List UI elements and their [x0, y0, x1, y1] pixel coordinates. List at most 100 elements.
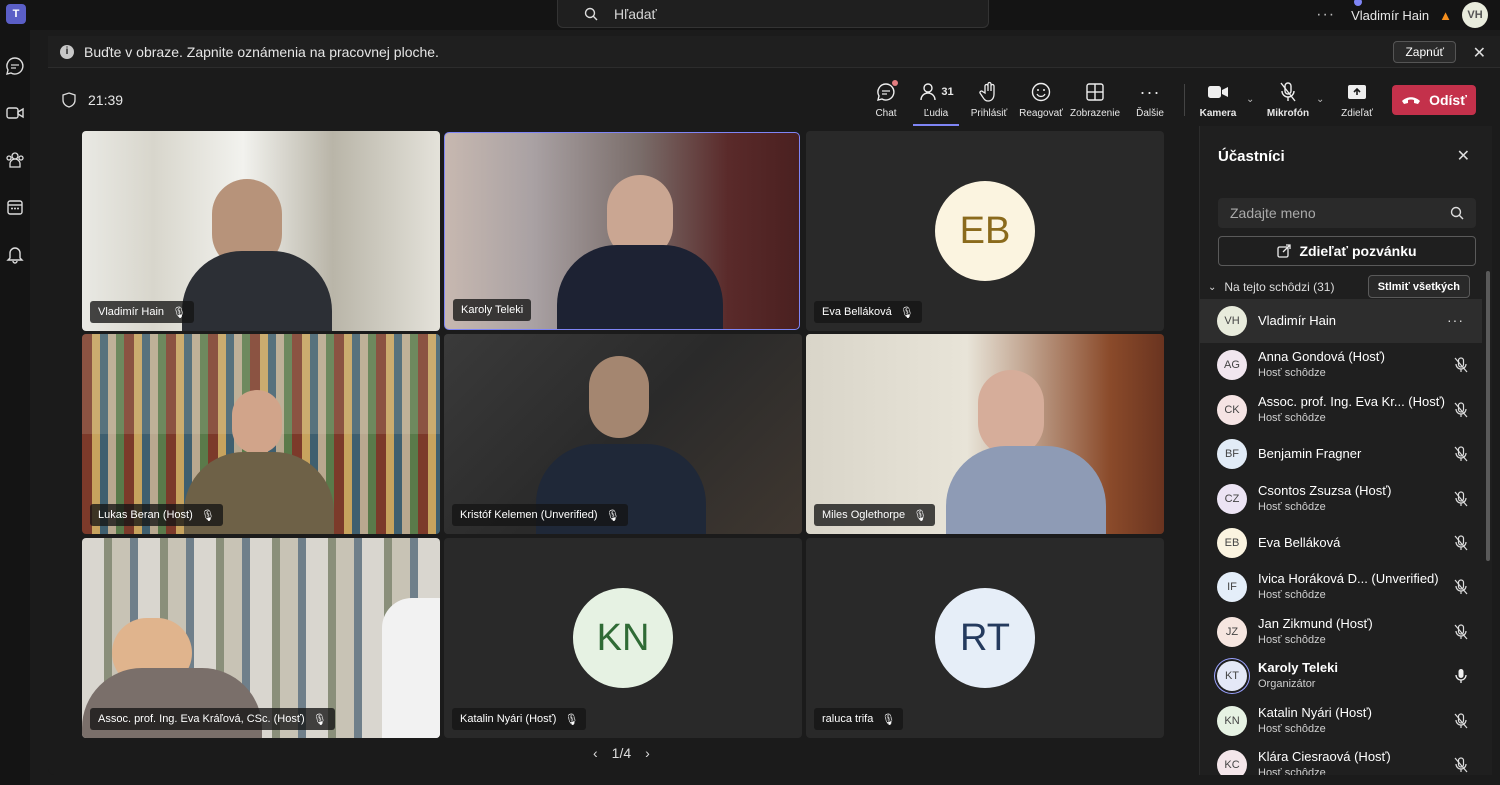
chat-rail-icon[interactable] — [5, 56, 25, 76]
tile-name-tag: Eva Belláková 🎙︎ — [814, 301, 922, 323]
participant-more-icon[interactable]: ··· — [1447, 312, 1464, 328]
grid-view-icon — [1086, 83, 1104, 101]
panel-title: Účastníci — [1218, 148, 1285, 165]
participant-search-input[interactable]: Zadajte meno — [1218, 198, 1476, 228]
search-bar[interactable]: Hľadať — [557, 0, 989, 28]
people-count: 31 — [941, 86, 954, 98]
participant-name: Benjamin Fragner — [1258, 446, 1362, 462]
video-tile[interactable]: EB Eva Belláková 🎙︎ — [806, 131, 1164, 331]
camera-button[interactable]: Kamera — [1192, 80, 1244, 126]
participant-role: Hosť schôdze — [1258, 589, 1326, 602]
mic-button[interactable]: Mikrofón — [1262, 80, 1314, 126]
app-rail — [0, 30, 30, 785]
participant-row[interactable]: VH Vladimír Hain ··· — [1200, 299, 1482, 343]
people-label: Ľudia — [923, 108, 949, 119]
participant-head — [232, 390, 282, 454]
participant-body — [946, 446, 1106, 534]
calendar-rail-icon[interactable] — [5, 197, 25, 217]
participant-row[interactable]: KC Klára Ciesraová (Hosť) Hosť schôdze — [1200, 743, 1482, 775]
video-tile[interactable]: Karoly Teleki — [444, 132, 800, 330]
search-placeholder: Hľadať — [614, 5, 657, 22]
video-tile[interactable]: Kristóf Kelemen (Unverified) 🎙︎ — [444, 334, 802, 534]
share-label: Zdieľať — [1341, 108, 1373, 119]
people-button[interactable]: 31 Ľudia — [913, 80, 959, 126]
collapse-chevron-icon[interactable]: ⌄ — [1208, 282, 1216, 293]
participant-avatar: JZ — [1217, 616, 1247, 647]
chat-button[interactable]: Chat — [860, 80, 912, 126]
enable-notifications-button[interactable]: Zapnúť — [1393, 41, 1456, 63]
camera-options-chevron-icon[interactable]: ⌄ — [1246, 94, 1254, 105]
mic-off-icon — [1454, 490, 1468, 506]
participant-row[interactable]: EB Eva Belláková — [1200, 521, 1482, 565]
tile-name: Eva Belláková — [822, 306, 892, 318]
banner-text: Buďte v obraze. Zapnite oznámenia na pra… — [84, 43, 439, 60]
participant-row[interactable]: CK Assoc. prof. Ing. Eva Kr... (Hosť) Hosť… — [1200, 388, 1482, 432]
shield-icon — [62, 92, 76, 108]
user-avatar[interactable]: VH — [1462, 2, 1488, 28]
view-button[interactable]: Zobrazenie — [1069, 80, 1121, 126]
raise-hand-button[interactable]: Prihlásiť — [963, 80, 1015, 126]
second-participant — [382, 598, 440, 738]
participant-avatar: AG — [1217, 350, 1247, 381]
video-tile[interactable]: RT raluca trifa 🎙︎ — [806, 538, 1164, 738]
video-tile[interactable]: Vladimír Hain 🎙︎ — [82, 131, 440, 331]
teams-rail-icon[interactable] — [5, 150, 25, 170]
participant-row[interactable]: CZ Csontos Zsuzsa (Hosť) Hosť schôdze — [1200, 477, 1482, 521]
participant-name: Ivica Horáková D... (Unverified) — [1258, 571, 1439, 587]
participant-row[interactable]: KT Karoly Teleki Organizátor — [1200, 654, 1482, 698]
participant-avatar: EB — [935, 181, 1035, 281]
participant-row[interactable]: AG Anna Gondová (Hosť) Hosť schôdze — [1200, 343, 1482, 387]
prev-page-chevron-icon[interactable]: ‹ — [593, 745, 598, 761]
participant-role: Organizátor — [1258, 678, 1316, 691]
share-button[interactable]: Zdieľať — [1331, 80, 1383, 126]
leave-button[interactable]: Odísť — [1392, 85, 1476, 115]
title-bar: T Hľadať ··· Vladimír Hain ▲ VH — [0, 0, 1500, 30]
people-icon — [920, 83, 937, 101]
mic-off-icon — [1454, 579, 1468, 595]
participant-row[interactable]: JZ Jan Zikmund (Hosť) Hosť schôdze — [1200, 610, 1482, 654]
tile-name: Miles Oglethorpe — [822, 509, 906, 521]
more-actions-button[interactable]: ··· Ďalšie — [1124, 80, 1176, 126]
participants-section-header[interactable]: ⌄ Na tejto schôdzi (31) Stlmiť všetkých — [1208, 275, 1478, 298]
participant-search-placeholder: Zadajte meno — [1230, 205, 1316, 221]
banner-close-icon[interactable]: ✕ — [1473, 43, 1486, 63]
panel-close-icon[interactable]: ✕ — [1457, 146, 1470, 166]
participant-avatar: BF — [1217, 439, 1247, 470]
muted-mic-icon: 🎙︎ — [200, 509, 215, 522]
more-options-icon[interactable]: ··· — [1316, 6, 1335, 24]
search-icon — [584, 7, 598, 20]
participant-head — [589, 356, 649, 438]
activity-bell-icon[interactable] — [5, 244, 25, 264]
muted-mic-icon: 🎙︎ — [899, 306, 914, 319]
meet-rail-icon[interactable] — [5, 103, 25, 123]
warning-icon[interactable]: ▲ — [1439, 8, 1452, 23]
tile-name-tag: Lukas Beran (Host) 🎙︎ — [90, 504, 223, 526]
mic-options-chevron-icon[interactable]: ⌄ — [1316, 94, 1324, 105]
video-tile[interactable]: KN Katalin Nyári (Hosť) 🎙︎ — [444, 538, 802, 738]
chat-label: Chat — [875, 108, 897, 119]
camera-icon — [1208, 86, 1228, 98]
participant-name: Assoc. prof. Ing. Eva Kr... (Hosť) — [1258, 393, 1445, 409]
video-tile[interactable]: Lukas Beran (Host) 🎙︎ — [82, 334, 440, 534]
next-page-chevron-icon[interactable]: › — [645, 745, 650, 761]
panel-scrollbar[interactable] — [1486, 271, 1490, 561]
video-tile[interactable]: Miles Oglethorpe 🎙︎ — [806, 334, 1164, 534]
tile-name-tag: Vladimír Hain 🎙︎ — [90, 301, 194, 323]
mic-off-icon — [1454, 712, 1468, 728]
participant-name: Vladimír Hain — [1258, 313, 1337, 328]
participant-row[interactable]: BF Benjamin Fragner — [1200, 432, 1482, 476]
smiley-icon — [1031, 82, 1051, 102]
react-button[interactable]: Reagovať — [1015, 80, 1067, 126]
participant-row[interactable]: KN Katalin Nyári (Hosť) Hosť schôdze — [1200, 699, 1482, 743]
muted-mic-icon: 🎙︎ — [172, 306, 186, 319]
participant-name: Katalin Nyári (Hosť) — [1258, 704, 1372, 720]
participant-row[interactable]: IF Ivica Horáková D... (Unverified) Hosť s… — [1200, 565, 1482, 609]
raise-hand-label: Prihlásiť — [970, 108, 1008, 119]
video-tile[interactable]: Assoc. prof. Ing. Eva Kráľová, CSc. (Hos… — [82, 538, 440, 738]
participant-body — [557, 245, 723, 329]
notification-banner: i Buďte v obraze. Zapnite oznámenia na p… — [48, 36, 1500, 68]
share-invite-button[interactable]: Zdieľať pozvánku — [1218, 236, 1476, 266]
leave-label: Odísť — [1429, 92, 1467, 108]
participant-avatar: CZ — [1217, 483, 1247, 514]
mute-all-button[interactable]: Stlmiť všetkých — [1367, 275, 1470, 298]
